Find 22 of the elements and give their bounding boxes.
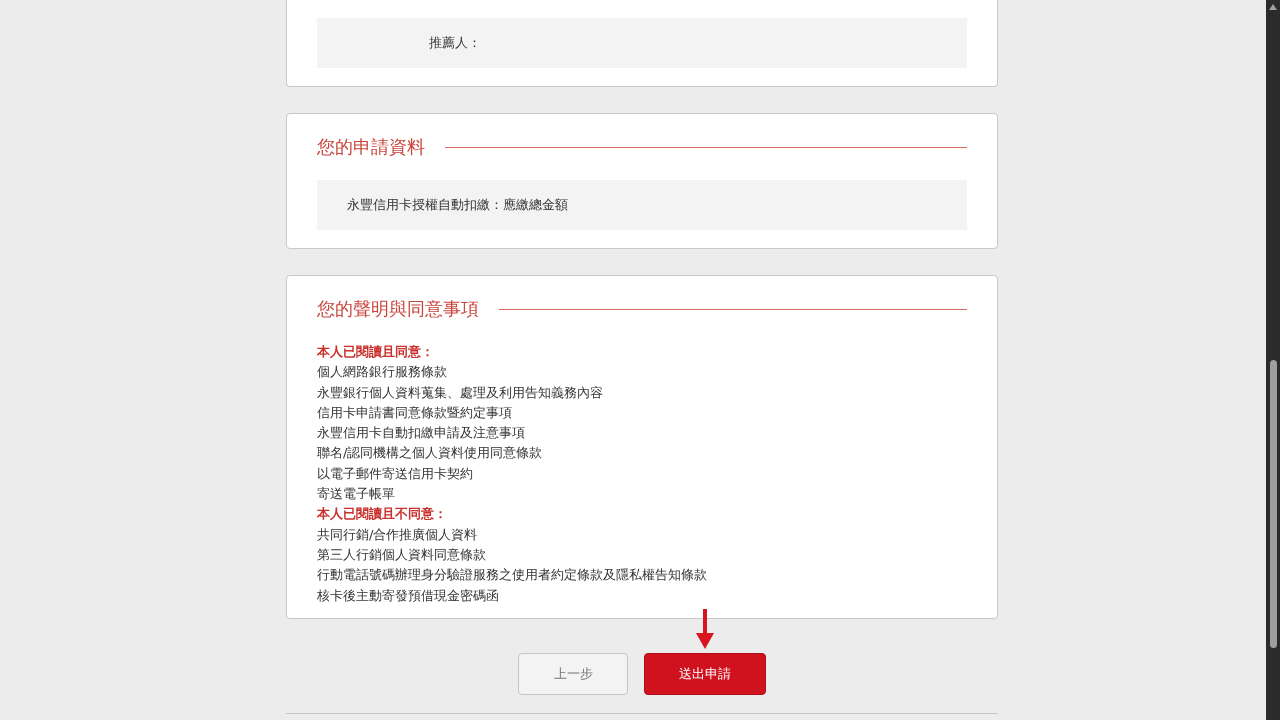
group-heading: 本人已閱讀且同意： xyxy=(317,343,435,361)
terms-item: 永豐銀行個人資料蒐集、處理及利用告知義務內容 xyxy=(317,383,604,402)
terms-item: 寄送電子帳單 xyxy=(317,485,396,504)
terms-item: 個人網路銀行服務條款 xyxy=(317,363,448,382)
submit-button[interactable]: 送出申請 xyxy=(644,652,766,695)
terms-item: 核卡後主動寄發預借現金密碼函 xyxy=(317,586,500,605)
section-title: 您的聲明與同意事項 xyxy=(317,297,479,321)
terms-item: 以電子郵件寄送信用卡契約 xyxy=(317,464,474,483)
terms-item: 聯名/認同機構之個人資料使用同意條款 xyxy=(317,444,544,463)
scrollbar-thumb[interactable] xyxy=(1269,360,1277,648)
terms-item: 永豐信用卡自動扣繳申請及注意事項 xyxy=(317,424,526,443)
back-button[interactable]: 上一步 xyxy=(518,652,628,695)
terms-item: 信用卡申請書同意條款暨約定事項 xyxy=(317,403,513,422)
terms-item: 行動電話號碼辦理身分驗證服務之使用者約定條款及隱私權告知條款 xyxy=(317,566,708,585)
section-title: 您的申請資料 xyxy=(317,135,425,159)
terms-item: 第三人行銷個人資料同意條款 xyxy=(317,545,487,564)
scroll-up-icon[interactable] xyxy=(1269,4,1277,10)
group-heading: 本人已閱讀且不同意： xyxy=(317,505,448,524)
terms-item: 共同行銷/合作推廣個人資料 xyxy=(317,525,479,544)
referrer-label: 推薦人： xyxy=(428,34,481,52)
scrollbar[interactable] xyxy=(1266,0,1280,720)
application-detail: 永豐信用卡授權自動扣繳：應繳總金額 xyxy=(347,196,568,214)
